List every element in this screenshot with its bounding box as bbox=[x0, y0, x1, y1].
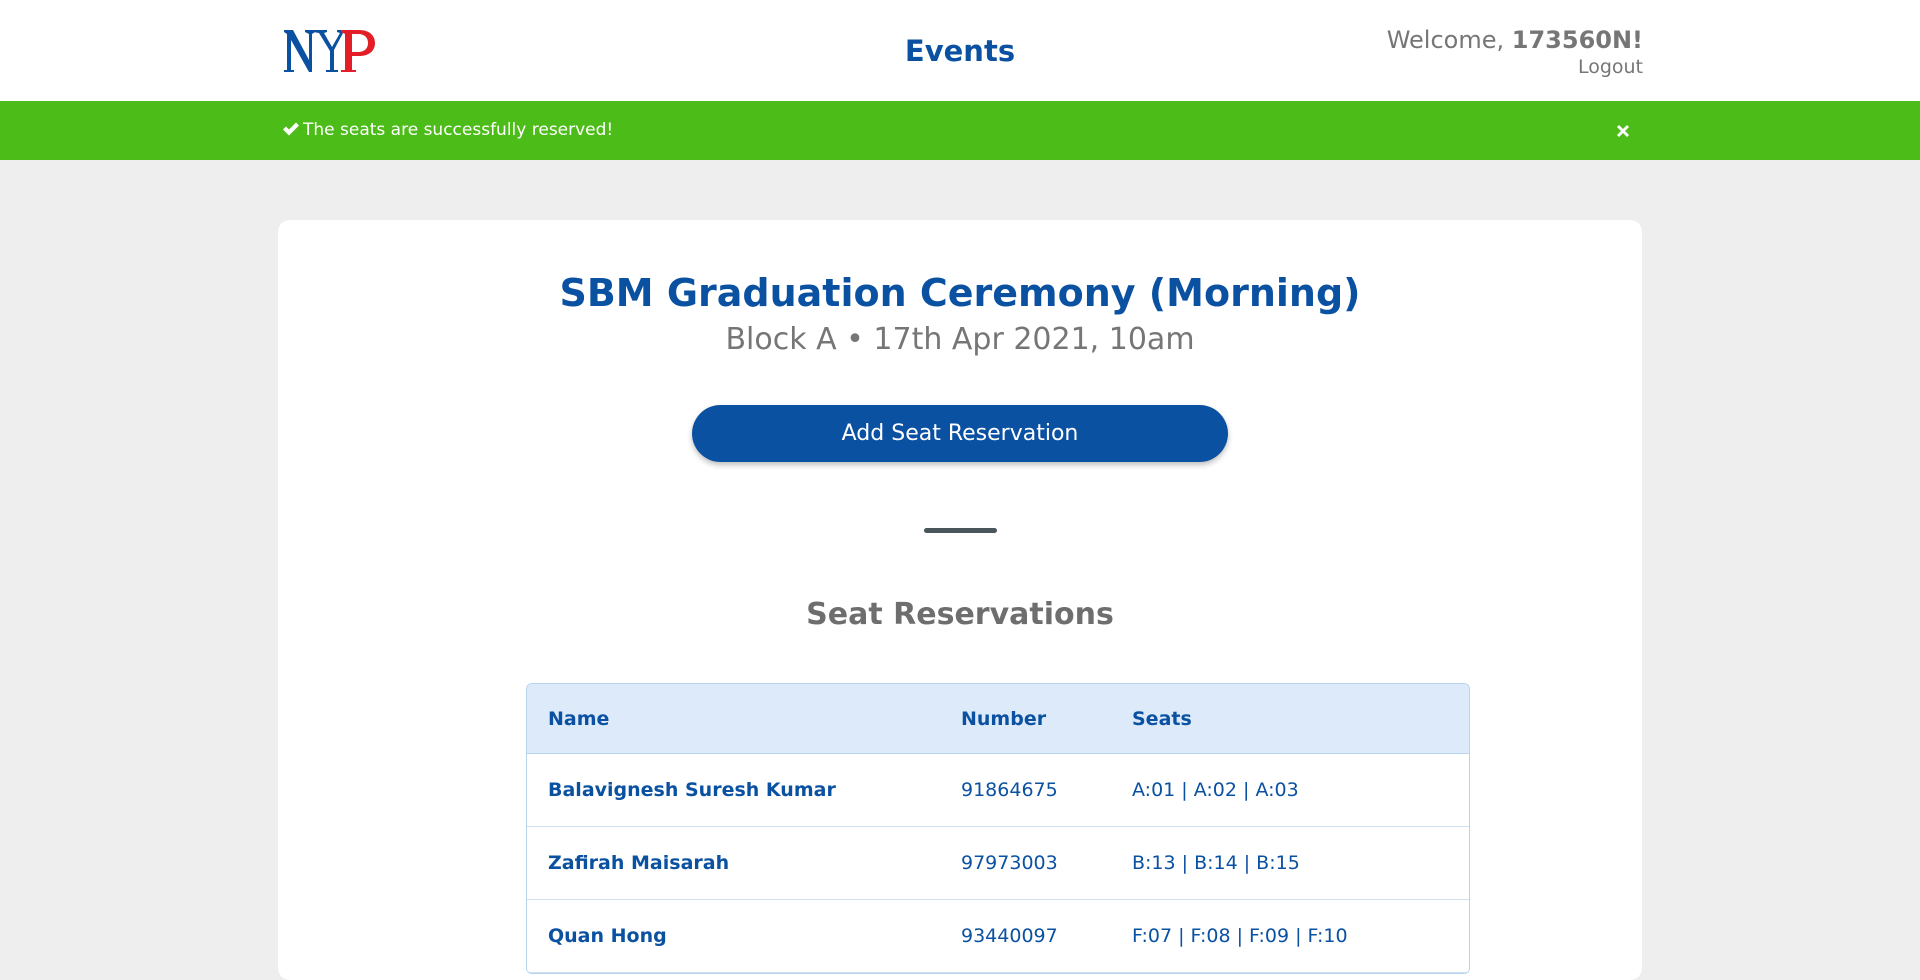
row-number: 97973003 bbox=[961, 852, 1058, 874]
table-row[interactable]: Balavignesh Suresh Kumar 91864675 A:01 |… bbox=[527, 754, 1469, 827]
reservations-table: Name Number Seats Balavignesh Suresh Kum… bbox=[526, 683, 1470, 974]
username: 173560N! bbox=[1511, 26, 1643, 54]
divider bbox=[924, 528, 997, 533]
row-name: Balavignesh Suresh Kumar bbox=[548, 779, 836, 801]
add-seat-reservation-button[interactable]: Add Seat Reservation bbox=[692, 405, 1228, 462]
close-icon[interactable] bbox=[1613, 121, 1633, 141]
column-header-number: Number bbox=[961, 707, 1047, 730]
logout-link[interactable]: Logout bbox=[1578, 55, 1643, 79]
welcome-text: Welcome, 173560N! bbox=[1387, 24, 1643, 56]
row-number: 91864675 bbox=[961, 779, 1058, 801]
welcome-prefix: Welcome, bbox=[1386, 26, 1512, 54]
table-row[interactable]: Quan Hong 93440097 F:07 | F:08 | F:09 | … bbox=[527, 900, 1469, 973]
alert-message: The seats are successfully reserved! bbox=[303, 120, 614, 140]
check-icon bbox=[282, 120, 300, 138]
column-header-name: Name bbox=[548, 707, 610, 730]
column-header-seats: Seats bbox=[1132, 707, 1192, 730]
row-seats: A:01 | A:02 | A:03 bbox=[1132, 779, 1299, 801]
event-title: SBM Graduation Ceremony (Morning) bbox=[559, 271, 1361, 315]
event-card: SBM Graduation Ceremony (Morning) Block … bbox=[278, 220, 1642, 980]
top-header: Events Welcome, 173560N! Logout bbox=[0, 0, 1920, 101]
event-subtitle: Block A • 17th Apr 2021, 10am bbox=[725, 322, 1195, 357]
row-seats: B:13 | B:14 | B:15 bbox=[1132, 852, 1300, 874]
section-title: Seat Reservations bbox=[806, 597, 1114, 632]
row-number: 93440097 bbox=[961, 925, 1058, 947]
row-name: Quan Hong bbox=[548, 925, 667, 947]
table-header: Name Number Seats bbox=[527, 684, 1469, 754]
row-name: Zafirah Maisarah bbox=[548, 852, 730, 874]
success-alert: The seats are successfully reserved! bbox=[0, 101, 1920, 160]
row-seats: F:07 | F:08 | F:09 | F:10 bbox=[1132, 925, 1348, 947]
table-row[interactable]: Zafirah Maisarah 97973003 B:13 | B:14 | … bbox=[527, 827, 1469, 900]
